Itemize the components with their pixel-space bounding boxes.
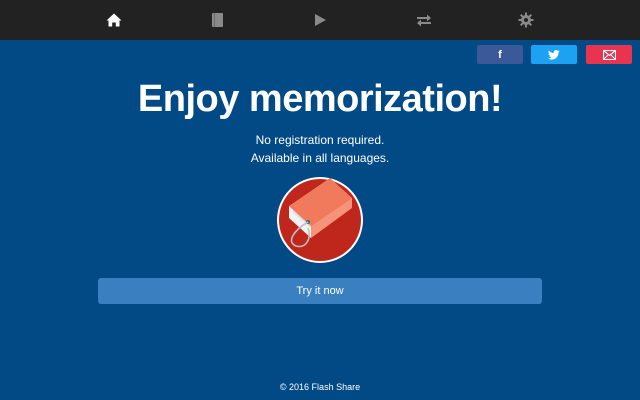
home-icon	[106, 13, 122, 27]
transfer-icon	[417, 14, 431, 27]
play-icon	[315, 14, 326, 26]
nav-transfer-button[interactable]	[404, 0, 444, 40]
nav-settings-button[interactable]	[506, 0, 546, 40]
envelope-icon	[602, 49, 616, 60]
page-title: Enjoy memorization!	[137, 78, 503, 120]
top-navbar	[0, 0, 640, 40]
book-icon	[212, 13, 223, 27]
email-share-button[interactable]	[586, 45, 632, 64]
nav-home-button[interactable]	[94, 0, 134, 40]
nav-cards-button[interactable]	[198, 0, 238, 40]
footer-copyright: © 2016 Flash Share	[279, 382, 361, 392]
gear-icon	[518, 12, 534, 28]
nav-play-button[interactable]	[300, 0, 340, 40]
subtitle-line-2: Available in all languages.	[250, 151, 390, 165]
try-it-now-button[interactable]: Try it now	[98, 278, 542, 304]
facebook-share-button[interactable]: f	[477, 45, 523, 64]
try-it-now-label: Try it now	[296, 285, 344, 297]
subtitle-line-1: No registration required.	[255, 133, 385, 147]
flashcard-logo-icon	[277, 177, 363, 263]
twitter-share-button[interactable]	[531, 45, 577, 64]
twitter-icon	[548, 49, 560, 60]
facebook-icon: f	[498, 48, 502, 61]
